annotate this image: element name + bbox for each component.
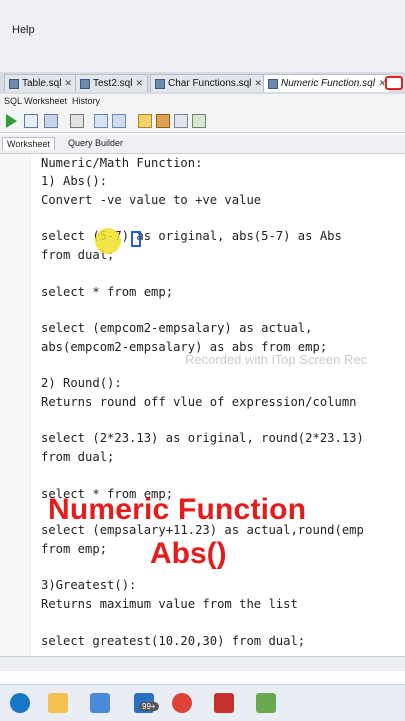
editor-status-bar xyxy=(0,656,405,671)
tab-label: Char Functions.sql xyxy=(168,78,252,89)
autotrace-icon[interactable] xyxy=(112,114,126,128)
notification-badge: 99+ xyxy=(139,702,159,711)
store-icon[interactable] xyxy=(90,693,110,713)
code-line: select * from emp; xyxy=(41,285,174,299)
code-line: Numeric/Math Function: xyxy=(41,156,203,170)
commit-icon[interactable] xyxy=(44,114,58,128)
edge-icon[interactable] xyxy=(10,693,30,713)
worksheet-toolbar xyxy=(0,110,405,133)
sql-developer-icon[interactable] xyxy=(256,693,276,713)
explain-plan-icon[interactable] xyxy=(94,114,108,128)
tab-sql-worksheet[interactable]: SQL Worksheet xyxy=(4,96,67,106)
menu-bar: Help xyxy=(0,0,405,72)
tab-table-sql[interactable]: Table.sql ✕ xyxy=(4,74,78,92)
recording-watermark: Recorded with iTop Screen Rec xyxy=(185,352,368,367)
code-line: 1) Abs(): xyxy=(41,174,108,188)
close-icon[interactable]: ✕ xyxy=(254,78,262,89)
code-line: select greatest(10.20,30) from dual; xyxy=(41,634,306,648)
rollback-icon[interactable] xyxy=(70,114,84,128)
tab-label: Test2.sql xyxy=(93,78,133,89)
code-line: 3)Greatest(): xyxy=(41,578,137,592)
clear-icon[interactable] xyxy=(156,114,170,128)
sql-file-icon xyxy=(9,78,19,89)
tab-test2-sql[interactable]: Test2.sql ✕ xyxy=(75,74,149,92)
run-script-icon[interactable] xyxy=(24,114,38,128)
tab-label: Numeric Function.sql xyxy=(281,78,375,89)
code-line: 2) Round(): xyxy=(41,376,122,390)
code-line: Returns maximum value from the list xyxy=(41,597,298,611)
editor-tabs: Worksheet Query Builder xyxy=(0,135,405,154)
tab-numeric-function-sql[interactable]: Numeric Function.sql ✕ xyxy=(263,74,391,92)
sql-file-icon xyxy=(268,78,278,89)
screen-recorder-icon[interactable] xyxy=(214,693,234,713)
text-cursor xyxy=(131,231,141,247)
sql-file-icon xyxy=(155,78,165,89)
record-tab-icon[interactable] xyxy=(385,76,403,90)
help-menu[interactable]: Help xyxy=(12,24,35,36)
sql-tuning-icon[interactable] xyxy=(138,114,152,128)
code-line: from emp; xyxy=(41,542,108,556)
video-title-line2: Abs() xyxy=(150,537,227,570)
code-line: from dual; xyxy=(41,450,115,464)
case-toggle-icon[interactable] xyxy=(192,114,206,128)
windows-taskbar xyxy=(0,684,405,721)
code-line: select (empcom2-empsalary) as actual, xyxy=(41,321,313,335)
run-statement-icon[interactable] xyxy=(6,114,17,128)
sql-editor[interactable]: Numeric/Math Function: 1) Abs(): Convert… xyxy=(30,154,405,656)
file-tab-bar: Table.sql ✕ Test2.sql ✕ Char Functions.sql… xyxy=(0,72,405,95)
sql-file-icon xyxy=(80,78,90,89)
tab-char-functions-sql[interactable]: Char Functions.sql ✕ xyxy=(150,74,267,92)
tab-query-builder[interactable]: Query Builder xyxy=(64,137,127,149)
close-icon[interactable]: ✕ xyxy=(64,78,72,89)
file-explorer-icon[interactable] xyxy=(48,693,68,713)
video-title-line1: Numeric Function xyxy=(48,493,307,526)
tab-history[interactable]: History xyxy=(72,96,100,106)
code-line: select (2*23.13) as original, round(2*23… xyxy=(41,431,364,445)
close-icon[interactable]: ✕ xyxy=(135,78,143,89)
line-gutter xyxy=(0,154,30,656)
chrome-icon[interactable] xyxy=(172,693,192,713)
worksheet-subtabs: SQL Worksheet History xyxy=(0,94,405,110)
code-line: select (5-7) as original, abs(5-7) as Ab… xyxy=(41,229,342,243)
cursor-highlight xyxy=(95,228,121,254)
tab-worksheet[interactable]: Worksheet xyxy=(2,137,55,150)
code-line: Returns round off vlue of expression/col… xyxy=(41,395,357,409)
tab-label: Table.sql xyxy=(22,78,62,89)
code-line: Convert -ve value to +ve value xyxy=(41,193,262,207)
format-icon[interactable] xyxy=(174,114,188,128)
